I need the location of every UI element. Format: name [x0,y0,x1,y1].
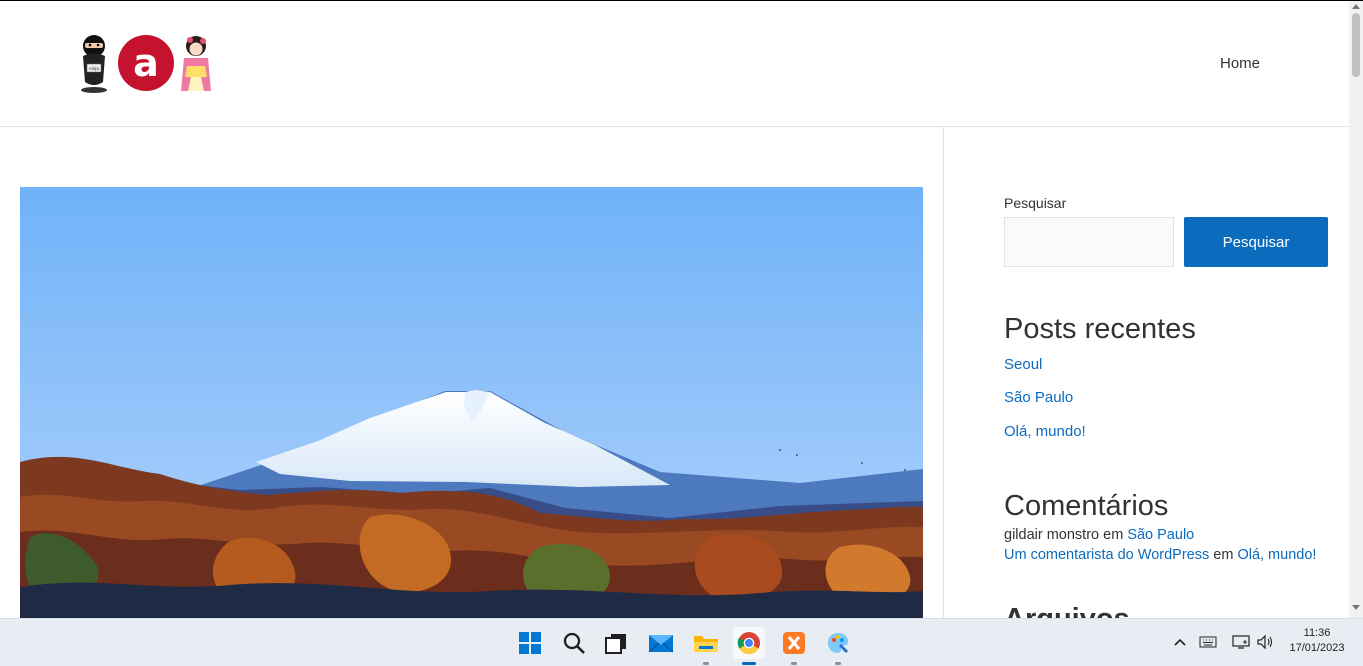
windows-start-icon [519,632,541,654]
windows-start-icon[interactable] [514,627,546,659]
comment-item: gildair monstro em São Paulo [1004,525,1334,545]
mail-icon[interactable] [645,627,677,659]
comment-item: Um comentarista do WordPress em Olá, mun… [1004,545,1334,565]
comment-author-link[interactable]: Um comentarista do WordPress [1004,547,1209,563]
taskbar-active-indicator [742,662,756,665]
mount-fuji-image [20,187,923,618]
chevron-up-icon [1174,638,1186,646]
scrollbar-thumb[interactable] [1352,13,1360,77]
recent-posts-title: Posts recentes [1004,313,1196,345]
comment-connector: em [1213,547,1234,563]
network-icon[interactable] [1230,631,1252,653]
windows-taskbar: 11:36 17/01/2023 [0,618,1363,666]
comment-post-link[interactable]: São Paulo [1127,527,1194,543]
mail-icon [648,635,674,653]
comment-author: gildair monstro [1004,527,1100,543]
network-icon [1232,635,1250,649]
chevron-up-icon[interactable] [1172,631,1188,653]
paint-icon[interactable] [822,627,854,665]
search-icon[interactable] [558,627,590,659]
archives-title: Arquivos [1004,603,1130,618]
paint-icon [828,633,849,654]
taskbar-clock[interactable]: 11:36 17/01/2023 [1287,626,1347,656]
taskbar-running-indicator [791,662,797,665]
content-sidebar-divider [943,127,944,618]
volume-icon [1257,634,1273,650]
browser-viewport: ninja a Home Pesquisar Pesquisar Posts r… [0,1,1363,618]
taskbar-running-indicator [835,662,841,665]
volume-icon[interactable] [1254,631,1276,653]
xampp-icon[interactable] [778,627,810,665]
clock-date: 17/01/2023 [1289,642,1345,654]
recent-post-link[interactable]: São Paulo [1004,389,1073,406]
task-view-icon[interactable] [600,627,632,659]
file-explorer-icon [694,636,718,652]
chrome-icon[interactable] [733,627,765,665]
logo-letter: a [133,41,159,85]
ninja-badge-label: ninja [89,66,99,71]
keyboard-icon[interactable] [1197,631,1219,653]
xampp-icon [783,632,805,654]
recent-comments-list: gildair monstro em São Paulo Um comentar… [1004,525,1334,565]
site-logo[interactable]: ninja a [76,33,216,95]
chrome-icon [737,632,760,655]
featured-image[interactable] [20,187,923,618]
recent-post-link[interactable]: Seoul [1004,356,1042,373]
scroll-up-icon[interactable] [1352,4,1360,9]
recent-post-link[interactable]: Olá, mundo! [1004,423,1086,440]
nav-home-link[interactable]: Home [1220,55,1260,72]
taskbar-running-indicator [703,662,709,665]
page-scrollbar[interactable] [1349,1,1363,618]
search-button[interactable]: Pesquisar [1184,217,1328,267]
keyboard-icon [1199,636,1217,648]
comment-post-link[interactable]: Olá, mundo! [1237,547,1316,563]
search-label: Pesquisar [1004,195,1067,211]
comment-connector: em [1103,527,1124,543]
site-header: ninja a Home [0,1,1349,127]
search-input[interactable] [1004,217,1174,267]
file-explorer-icon[interactable] [690,627,722,665]
logo-icon: ninja a [81,35,211,93]
search-icon [563,632,585,654]
scroll-down-icon[interactable] [1352,605,1360,610]
task-view-icon [605,634,626,654]
clock-time: 11:36 [1303,627,1331,639]
comments-title: Comentários [1004,490,1169,522]
